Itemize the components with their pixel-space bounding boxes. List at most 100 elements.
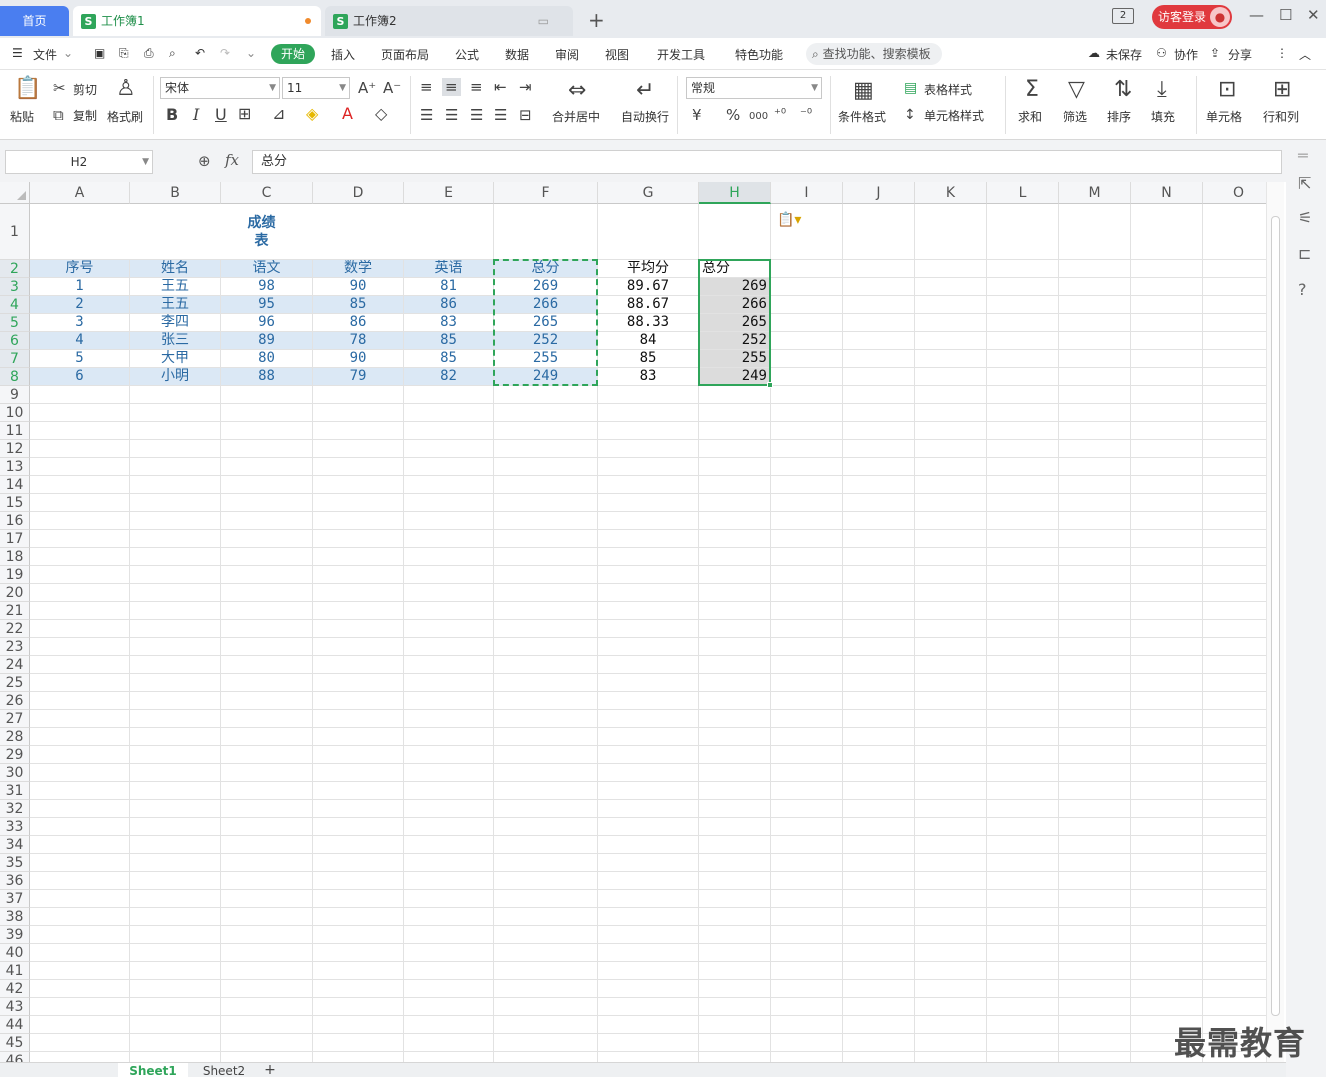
cell-O29[interactable] — [1203, 746, 1266, 764]
cell-A23[interactable] — [30, 638, 130, 656]
cell-J10[interactable] — [843, 404, 915, 422]
cell-I30[interactable] — [771, 764, 843, 782]
cell-C16[interactable] — [221, 512, 313, 530]
cell-L30[interactable] — [987, 764, 1059, 782]
sort-button[interactable]: 排序 — [1107, 108, 1131, 125]
cell-D44[interactable] — [313, 1016, 404, 1034]
cell-K10[interactable] — [915, 404, 987, 422]
cell-B16[interactable] — [130, 512, 221, 530]
cell-K36[interactable] — [915, 872, 987, 890]
cell-I10[interactable] — [771, 404, 843, 422]
cell-H44[interactable] — [699, 1016, 771, 1034]
cell-A5[interactable]: 3 — [30, 314, 130, 332]
merge-center-button[interactable]: 合并居中 — [552, 108, 600, 125]
cell-M16[interactable] — [1059, 512, 1131, 530]
row-header-9[interactable]: 9 — [0, 386, 30, 404]
cell-J29[interactable] — [843, 746, 915, 764]
cell-G10[interactable] — [598, 404, 699, 422]
cell-O10[interactable] — [1203, 404, 1266, 422]
cell-J31[interactable] — [843, 782, 915, 800]
export-icon[interactable]: ⎘ — [119, 46, 129, 61]
cell-A11[interactable] — [30, 422, 130, 440]
cell-K40[interactable] — [915, 944, 987, 962]
customize-icon[interactable]: ⌄ — [246, 46, 256, 60]
cell-J16[interactable] — [843, 512, 915, 530]
sheet-tab-sheet1[interactable]: Sheet1 — [118, 1063, 188, 1078]
cell-I16[interactable] — [771, 512, 843, 530]
cell-K7[interactable] — [915, 350, 987, 368]
cell-G40[interactable] — [598, 944, 699, 962]
cell-N39[interactable] — [1131, 926, 1203, 944]
cell-E7[interactable]: 85 — [404, 350, 494, 368]
cell-J13[interactable] — [843, 458, 915, 476]
distributed-icon[interactable]: ⊟ — [519, 106, 532, 124]
new-tab-button[interactable]: + — [588, 8, 605, 32]
cell-K4[interactable] — [915, 296, 987, 314]
cell-E38[interactable] — [404, 908, 494, 926]
cell-J33[interactable] — [843, 818, 915, 836]
cell-O5[interactable] — [1203, 314, 1266, 332]
cell-D13[interactable] — [313, 458, 404, 476]
cell-D18[interactable] — [313, 548, 404, 566]
cell-J27[interactable] — [843, 710, 915, 728]
cell-I28[interactable] — [771, 728, 843, 746]
row-header-46[interactable]: 46 — [0, 1052, 30, 1062]
cell-F38[interactable] — [494, 908, 598, 926]
cell-L7[interactable] — [987, 350, 1059, 368]
cell-M8[interactable] — [1059, 368, 1131, 386]
cell-M31[interactable] — [1059, 782, 1131, 800]
cell-H16[interactable] — [699, 512, 771, 530]
cell-N29[interactable] — [1131, 746, 1203, 764]
cell-E42[interactable] — [404, 980, 494, 998]
cell-C33[interactable] — [221, 818, 313, 836]
cell-L35[interactable] — [987, 854, 1059, 872]
filter-button[interactable]: 筛选 — [1063, 108, 1087, 125]
cell-K41[interactable] — [915, 962, 987, 980]
maximize-icon[interactable]: ☐ — [1279, 6, 1292, 24]
cell-B29[interactable] — [130, 746, 221, 764]
cut-button[interactable]: 剪切 — [73, 81, 97, 98]
cell-M25[interactable] — [1059, 674, 1131, 692]
cell-O27[interactable] — [1203, 710, 1266, 728]
cell-F45[interactable] — [494, 1034, 598, 1052]
cell-A27[interactable] — [30, 710, 130, 728]
cell-N4[interactable] — [1131, 296, 1203, 314]
cell-B31[interactable] — [130, 782, 221, 800]
cell-E13[interactable] — [404, 458, 494, 476]
cell-I37[interactable] — [771, 890, 843, 908]
close-icon[interactable]: ✕ — [1307, 6, 1320, 24]
cell-H28[interactable] — [699, 728, 771, 746]
cell-D4[interactable]: 85 — [313, 296, 404, 314]
cell-A8[interactable]: 6 — [30, 368, 130, 386]
cell-G5[interactable]: 88.33 — [598, 314, 699, 332]
tab-workbook2[interactable]: S 工作簿2 ▭ — [325, 6, 573, 36]
cell-L13[interactable] — [987, 458, 1059, 476]
cell-M42[interactable] — [1059, 980, 1131, 998]
cell-O24[interactable] — [1203, 656, 1266, 674]
cell-E26[interactable] — [404, 692, 494, 710]
cell-A43[interactable] — [30, 998, 130, 1016]
select-pointer-icon[interactable]: ⇱ — [1298, 174, 1311, 193]
align-right-icon[interactable]: ☰ — [470, 106, 483, 124]
cell-K6[interactable] — [915, 332, 987, 350]
cell-G22[interactable] — [598, 620, 699, 638]
row-header-37[interactable]: 37 — [0, 890, 30, 908]
cell-F22[interactable] — [494, 620, 598, 638]
cell-H13[interactable] — [699, 458, 771, 476]
cell-N15[interactable] — [1131, 494, 1203, 512]
column-header-C[interactable]: C — [221, 182, 313, 204]
cell-F17[interactable] — [494, 530, 598, 548]
cell-O39[interactable] — [1203, 926, 1266, 944]
cell-C8[interactable]: 88 — [221, 368, 313, 386]
row-header-2[interactable]: 2 — [0, 260, 30, 278]
cell-C27[interactable] — [221, 710, 313, 728]
cell-H22[interactable] — [699, 620, 771, 638]
cell-G28[interactable] — [598, 728, 699, 746]
wrap-text-icon[interactable]: ↵ — [636, 80, 654, 102]
chevron-down-icon[interactable]: ⌄ — [63, 46, 73, 60]
row-header-41[interactable]: 41 — [0, 962, 30, 980]
cell-G13[interactable] — [598, 458, 699, 476]
cell-H15[interactable] — [699, 494, 771, 512]
row-header-16[interactable]: 16 — [0, 512, 30, 530]
cell-C21[interactable] — [221, 602, 313, 620]
